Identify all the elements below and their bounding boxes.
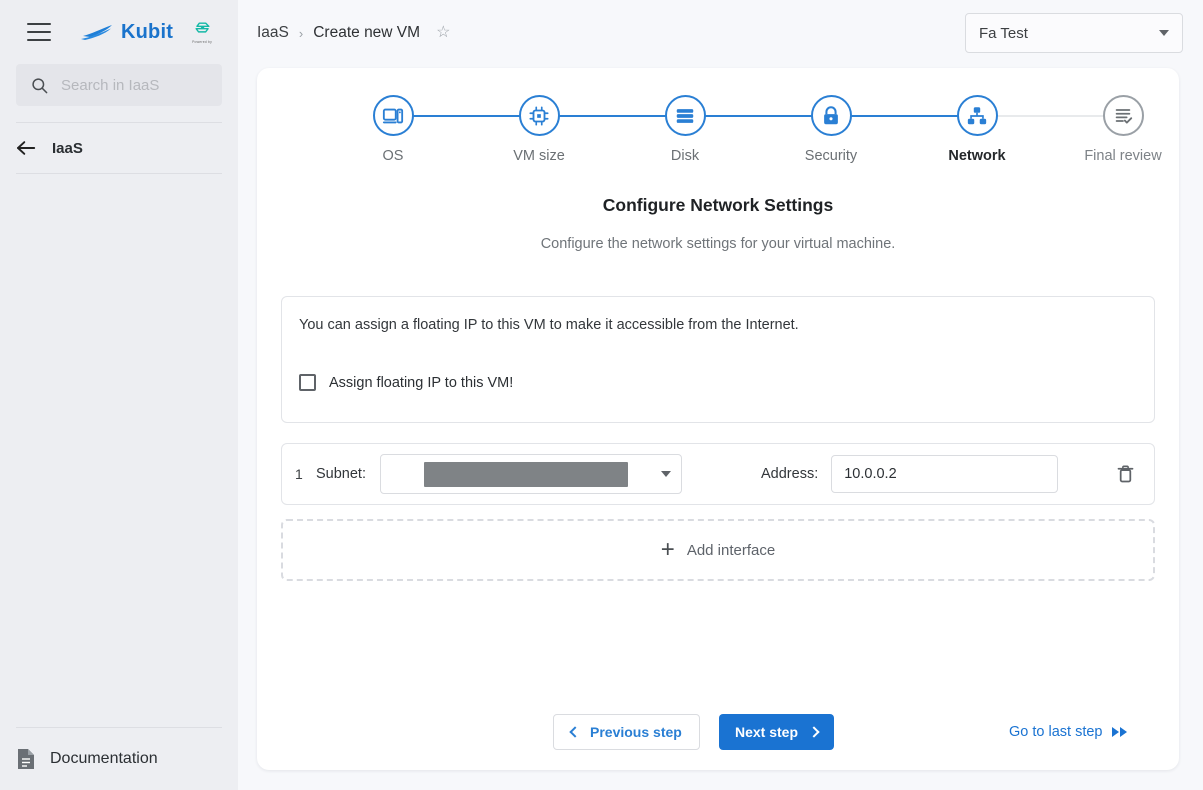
main-area: IaaS › Create new VM ☆ Fa Test OS VM siz…: [238, 0, 1203, 790]
chevron-down-icon: [661, 471, 671, 477]
assign-floating-ip-checkbox[interactable]: [299, 374, 316, 391]
favorite-star-icon[interactable]: ☆: [436, 25, 450, 41]
address-value: 10.0.0.2: [844, 466, 897, 482]
chevron-right-icon: [808, 726, 820, 738]
kubit-mark-icon: [81, 24, 112, 40]
subnet-label: Subnet:: [316, 466, 366, 482]
review-icon: [1115, 108, 1133, 124]
subnet-select[interactable]: [380, 454, 682, 494]
sidebar-item-label: IaaS: [52, 139, 83, 157]
floating-ip-check-row: Assign floating IP to this VM!: [299, 374, 1137, 391]
step-disk-label: Disk: [670, 148, 700, 164]
lock-icon: [824, 105, 838, 124]
double-arrow-right-icon: [1111, 727, 1127, 737]
floating-ip-note: You can assign a floating IP to this VM …: [299, 317, 799, 333]
project-selector[interactable]: Fa Test: [965, 13, 1183, 53]
page-title: Configure Network Settings: [602, 195, 834, 215]
trash-icon: [1117, 465, 1134, 483]
delete-interface-button[interactable]: [1111, 459, 1140, 489]
interface-index: 1: [295, 466, 303, 482]
step-os[interactable]: OS: [333, 95, 453, 164]
sidebar-header: Kubit Powered by: [0, 0, 238, 64]
brand-logo[interactable]: Kubit: [81, 21, 173, 44]
app-root: Kubit Powered by Search in IaaS IaaS Doc…: [0, 0, 1203, 790]
step-vm-size-label: VM size: [513, 148, 565, 164]
previous-step-label: Previous step: [590, 724, 682, 740]
breadcrumb-separator-icon: ›: [298, 25, 304, 41]
next-step-label: Next step: [735, 724, 799, 740]
step-disk-circle: [664, 95, 706, 136]
page-subtitle: Configure the network settings for your …: [540, 236, 896, 252]
previous-step-button[interactable]: Previous step: [553, 714, 700, 750]
hamburger-menu-icon[interactable]: [27, 23, 51, 41]
sidebar-item-iaas[interactable]: IaaS: [0, 123, 238, 173]
step-final-review-circle: [1102, 95, 1144, 136]
go-to-last-step-label: Go to last step: [1009, 724, 1103, 740]
storage-icon: [676, 108, 694, 123]
go-to-last-step-link[interactable]: Go to last step: [1009, 724, 1127, 740]
step-vm-size[interactable]: VM size: [479, 95, 599, 164]
cpu-icon: [529, 105, 549, 126]
brand-name: Kubit: [121, 20, 174, 43]
breadcrumb: IaaS › Create new VM ☆: [257, 24, 450, 42]
add-interface-button[interactable]: + Add interface: [281, 519, 1155, 581]
step-final-review-label: Final review: [1084, 148, 1162, 164]
network-icon: [967, 106, 987, 124]
chevron-left-icon: [569, 726, 581, 738]
sidebar: Kubit Powered by Search in IaaS IaaS Doc…: [0, 0, 238, 790]
interface-row: 1 Subnet: Address: 10.0.0.2: [281, 443, 1155, 505]
step-security[interactable]: Security: [771, 95, 891, 164]
document-icon: [18, 749, 34, 769]
project-selector-value: Fa Test: [979, 24, 1028, 42]
step-os-circle: [372, 95, 414, 136]
documentation-label: Documentation: [50, 750, 158, 767]
step-disk[interactable]: Disk: [625, 95, 745, 164]
plus-icon: +: [660, 536, 675, 563]
monitor-icon: [382, 108, 404, 123]
sidebar-item-documentation[interactable]: Documentation: [0, 728, 238, 790]
step-os-label: OS: [382, 148, 404, 164]
next-step-button[interactable]: Next step: [719, 714, 835, 750]
search-icon: [32, 77, 48, 93]
step-network[interactable]: Network: [917, 95, 1037, 164]
search-container: Search in IaaS: [0, 64, 238, 106]
partner-caption: Powered by: [192, 40, 212, 44]
topbar-right: Fa Test: [965, 13, 1183, 53]
step-security-circle: [810, 95, 852, 136]
step-security-label: Security: [804, 148, 858, 164]
subnet-value-redacted: [424, 461, 628, 487]
partner-logo: Powered by: [192, 20, 212, 44]
search-input[interactable]: Search in IaaS: [16, 64, 222, 106]
search-placeholder: Search in IaaS: [61, 76, 160, 94]
wizard-card: OS VM size Disk Security Network Final r…: [257, 68, 1179, 770]
assign-floating-ip-label[interactable]: Assign floating IP to this VM!: [329, 375, 513, 391]
wizard-stepper: OS VM size Disk Security Network Final r…: [318, 95, 1162, 173]
address-input[interactable]: 10.0.0.2: [831, 455, 1059, 493]
topbar: IaaS › Create new VM ☆ Fa Test: [238, 0, 1203, 66]
breadcrumb-root[interactable]: IaaS: [257, 24, 289, 42]
step-final-review[interactable]: Final review: [1063, 95, 1183, 164]
step-network-label: Network: [948, 148, 1006, 164]
address-label: Address:: [761, 466, 819, 482]
step-vm-size-circle: [518, 95, 560, 136]
breadcrumb-current: Create new VM: [313, 24, 421, 41]
step-network-circle: [956, 95, 998, 136]
floating-ip-panel: You can assign a floating IP to this VM …: [281, 296, 1155, 423]
add-interface-label: Add interface: [686, 541, 776, 559]
partner-mark-icon: [195, 22, 210, 33]
chevron-down-icon: [1159, 30, 1169, 36]
arrow-left-icon: [17, 141, 36, 155]
